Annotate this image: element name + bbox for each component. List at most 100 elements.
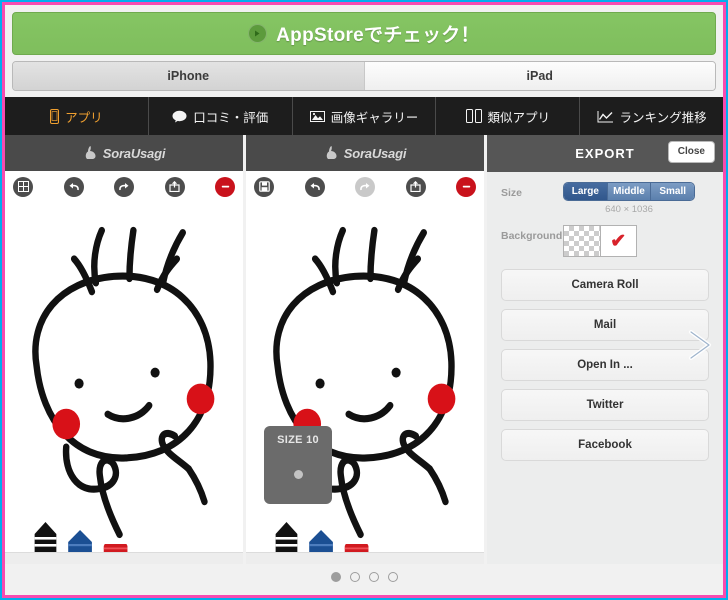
size-control-group: Large Middle Small 640 × 1036 [563,182,695,215]
size-option-small[interactable]: Small [651,183,694,200]
app-title-2: SoraUsagi [343,145,407,161]
right-eye [150,367,160,378]
nav-item-similar-apps[interactable]: 類似アプリ [436,97,581,135]
brush-size-popup[interactable]: SIZE 10 [264,426,332,504]
screenshot-gallery: SoraUsagi SoraUsagi SIZE 10 EXPORT Close… [5,135,723,564]
size-option-middle-label: Middle [613,186,645,197]
screenshot-2[interactable]: SoraUsagi SIZE 10 [246,135,487,564]
export-dimensions: 640 × 1036 [605,204,653,215]
two-phones-icon [465,109,482,123]
pen-tools-1 [5,518,243,552]
appstore-check-button[interactable]: AppStoreでチェック！ [12,12,716,55]
pagination-dot-2[interactable] [349,572,360,582]
brush-size-preview-dot [293,470,303,479]
export-actions: Camera Roll Mail Open In ... Twitter Fac… [487,257,723,469]
canvas-footer-1 [5,552,243,564]
app-titlebar-2: SoraUsagi [246,135,484,171]
open-in-label: Open In ... [577,359,633,371]
right-cheek [186,383,215,415]
pagination-dot-1[interactable] [330,572,341,582]
banner-container: AppStoreでチェック！ [5,5,723,55]
outer-decorative-frame: AppStoreでチェック！ iPhone iPad アプリ 口コミ・評価 画像… [0,0,728,600]
screenshot-1[interactable]: SoraUsagi [5,135,246,564]
right-cheek [427,383,456,415]
redo-icon[interactable] [114,176,134,197]
app-titlebar-1: SoraUsagi [5,135,243,171]
export-header: EXPORT Close [487,135,723,172]
device-tab-iphone[interactable]: iPhone [13,62,364,90]
delete-icon[interactable] [456,176,476,197]
checkmark-icon: ✔ [610,230,627,252]
page-root: AppStoreでチェック！ iPhone iPad アプリ 口コミ・評価 画像… [5,5,723,595]
size-row: Size Large Middle Small 640 × 1036 [487,172,723,215]
device-tabs: iPhone iPad [12,61,716,91]
line-chart-icon [597,110,614,123]
nav-item-reviews[interactable]: 口コミ・評価 [149,97,293,135]
pagination-dot-3[interactable] [368,572,379,582]
drawing-canvas-1[interactable] [5,202,243,552]
phone-icon [50,108,60,124]
blue-crayon [68,530,92,552]
background-option-white[interactable]: ✔ [601,226,637,256]
red-crayon [344,544,369,552]
redo-icon [355,176,375,197]
export-title: EXPORT [575,146,635,161]
background-option-transparent[interactable] [564,226,601,256]
delete-icon[interactable] [215,176,235,197]
main-navigation: アプリ 口コミ・評価 画像ギャラリー 類似アプリ ランキング推移 [5,97,723,135]
speech-bubble-icon [172,110,187,123]
left-cheek [52,408,81,440]
share-icon[interactable] [164,176,185,197]
right-eye [391,367,401,378]
share-icon[interactable] [405,176,426,197]
rabbit-logo-icon [85,146,96,159]
pagination-dot-4[interactable] [387,572,398,582]
drawing-toolbar-1 [5,171,243,202]
nav-item-gallery[interactable]: 画像ギャラリー [293,97,437,135]
background-toggle: ✔ [563,225,637,257]
left-eye [74,378,84,389]
arrow-right-circle-icon [248,24,268,43]
background-row: Background ✔ [487,215,723,257]
camera-roll-button[interactable]: Camera Roll [501,269,709,301]
size-option-middle[interactable]: Middle [607,183,652,200]
twitter-button[interactable]: Twitter [501,389,709,421]
device-tab-iphone-label: iPhone [167,69,210,83]
facebook-button[interactable]: Facebook [501,429,709,461]
black-pen [34,522,57,552]
nav-item-ranking[interactable]: ランキング推移 [580,97,723,135]
brush-size-label: SIZE 10 [277,434,319,446]
pen-tools-2 [246,518,484,552]
inner-decorative-frame: AppStoreでチェック！ iPhone iPad アプリ 口コミ・評価 画像… [2,2,726,598]
nav-item-gallery-label: 画像ギャラリー [330,110,419,125]
nav-item-ranking-label: ランキング推移 [619,110,707,125]
nav-item-app-label: アプリ [65,110,103,125]
drawing-canvas-2[interactable]: SIZE 10 [246,202,484,552]
undo-icon[interactable] [63,176,84,197]
close-button[interactable]: Close [667,141,715,163]
chevron-right-icon[interactable] [683,328,717,362]
background-row-label: Background [501,230,563,242]
grid-icon[interactable] [13,176,33,197]
undo-icon[interactable] [304,176,325,197]
device-tab-ipad-label: iPad [526,69,553,83]
drawing-toolbar-2 [246,171,484,202]
blue-crayon [309,530,333,552]
size-option-small-label: Small [659,186,687,197]
device-tabs-container: iPhone iPad [5,55,723,91]
open-in-button[interactable]: Open In ... [501,349,709,381]
rabbit-logo-icon [326,146,337,159]
mail-button[interactable]: Mail [501,309,709,341]
size-segmented-control: Large Middle Small [563,182,695,201]
nav-item-app[interactable]: アプリ [5,97,149,135]
canvas-footer-2 [246,552,484,564]
save-icon[interactable] [254,176,274,197]
size-option-large[interactable]: Large [564,183,608,200]
size-row-label: Size [501,187,523,199]
twitter-label: Twitter [586,399,624,411]
export-panel: EXPORT Close Size Large Middle Small 640… [487,135,723,564]
device-tab-ipad[interactable]: iPad [363,62,715,90]
black-pen [275,522,298,552]
camera-roll-label: Camera Roll [571,279,639,291]
bottom-strip [5,590,723,595]
